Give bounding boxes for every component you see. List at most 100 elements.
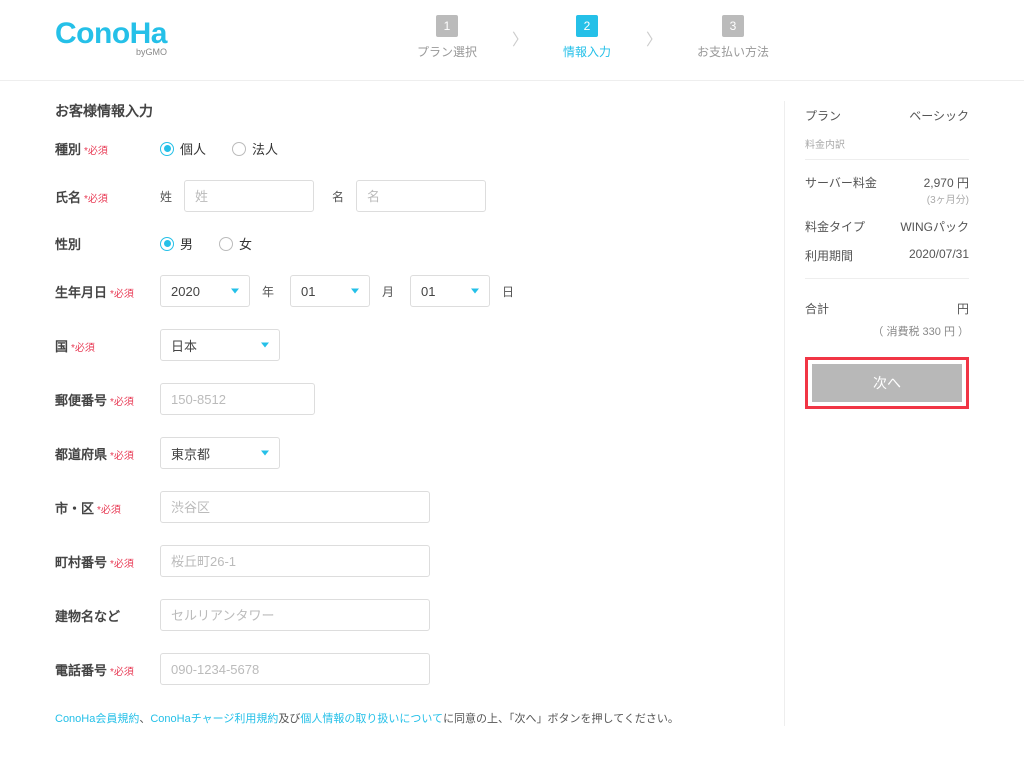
label-postal: 郵便番号*必須 bbox=[55, 390, 160, 409]
radio-icon bbox=[232, 142, 246, 156]
required-mark: *必須 bbox=[84, 194, 108, 205]
unit-year: 年 bbox=[262, 283, 274, 300]
day-select[interactable]: 01 bbox=[410, 275, 490, 307]
next-button[interactable]: 次へ bbox=[812, 364, 962, 402]
radio-male[interactable]: 男 bbox=[160, 234, 193, 253]
radio-icon bbox=[160, 237, 174, 251]
required-mark: *必須 bbox=[110, 667, 134, 678]
label-type: 種別*必須 bbox=[55, 139, 160, 158]
radio-female[interactable]: 女 bbox=[219, 234, 252, 253]
sidebar: プラン ベーシック 料金内訳 サーバー料金 2,970 円 (3ヶ月分) 料金タイ… bbox=[784, 101, 969, 726]
link-privacy[interactable]: 個人情報の取り扱いについて bbox=[300, 713, 443, 725]
side-fee-type: 料金タイプ WINGパック bbox=[805, 212, 969, 241]
side-plan-label: プラン bbox=[805, 107, 841, 124]
side-period: 利用期間 2020/07/31 bbox=[805, 241, 969, 270]
row-type: 種別*必須 個人 法人 bbox=[55, 139, 754, 158]
logo-main: ConoHa bbox=[55, 19, 167, 49]
required-mark: *必須 bbox=[71, 343, 95, 354]
row-postal: 郵便番号*必須 bbox=[55, 383, 754, 415]
logo-sub: byGMO bbox=[136, 47, 167, 57]
link-charge-terms[interactable]: ConoHaチャージ利用規約 bbox=[150, 713, 278, 725]
row-name: 氏名*必須 姓 名 bbox=[55, 180, 754, 212]
label-phone: 電話番号*必須 bbox=[55, 660, 160, 679]
section-title: お客様情報入力 bbox=[55, 101, 754, 121]
step-1: 1 プラン選択 bbox=[417, 15, 477, 60]
side-period-value: 2020/07/31 bbox=[909, 247, 969, 261]
side-fee-type-value: WINGパック bbox=[900, 218, 969, 235]
row-prefecture: 都道府県*必須 東京都 bbox=[55, 437, 754, 469]
prefecture-select[interactable]: 東京都 bbox=[160, 437, 280, 469]
step-label-2: 情報入力 bbox=[563, 43, 611, 60]
header: ConoHa byGMO 1 プラン選択 〉 2 情報入力 〉 3 お支払い方法 bbox=[0, 0, 1024, 81]
city-input[interactable] bbox=[160, 491, 430, 523]
row-phone: 電話番号*必須 bbox=[55, 653, 754, 685]
side-plan: プラン ベーシック bbox=[805, 101, 969, 130]
town-input[interactable] bbox=[160, 545, 430, 577]
required-mark: *必須 bbox=[110, 397, 134, 408]
side-server-fee-note: (3ヶ月分) bbox=[927, 195, 969, 206]
side-server-fee: サーバー料金 2,970 円 (3ヶ月分) bbox=[805, 168, 969, 212]
side-breakdown-label: 料金内訳 bbox=[805, 136, 845, 151]
sublabel-last: 姓 bbox=[160, 188, 172, 205]
side-period-label: 利用期間 bbox=[805, 247, 853, 264]
agreement-text: ConoHa会員規約、ConoHaチャージ利用規約及び個人情報の取り扱いについて… bbox=[55, 710, 754, 726]
step-2: 2 情報入力 bbox=[563, 15, 611, 60]
sublabel-first: 名 bbox=[332, 188, 344, 205]
unit-month: 月 bbox=[382, 283, 394, 300]
firstname-input[interactable] bbox=[356, 180, 486, 212]
step-num-3: 3 bbox=[722, 15, 744, 37]
country-select[interactable]: 日本 bbox=[160, 329, 280, 361]
month-select[interactable]: 01 bbox=[290, 275, 370, 307]
label-birthdate: 生年月日*必須 bbox=[55, 282, 160, 301]
side-server-fee-label: サーバー料金 bbox=[805, 174, 877, 191]
step-label-1: プラン選択 bbox=[417, 43, 477, 60]
year-select[interactable]: 2020 bbox=[160, 275, 250, 307]
label-town: 町村番号*必須 bbox=[55, 552, 160, 571]
logo[interactable]: ConoHa byGMO bbox=[55, 19, 167, 57]
building-input[interactable] bbox=[160, 599, 430, 631]
row-building: 建物名など bbox=[55, 599, 754, 631]
row-city: 市・区*必須 bbox=[55, 491, 754, 523]
radio-corporate[interactable]: 法人 bbox=[232, 139, 278, 158]
row-town: 町村番号*必須 bbox=[55, 545, 754, 577]
label-building: 建物名など bbox=[55, 606, 160, 625]
label-name: 氏名*必須 bbox=[55, 187, 160, 206]
label-prefecture: 都道府県*必須 bbox=[55, 444, 160, 463]
step-num-2: 2 bbox=[576, 15, 598, 37]
step-label-3: お支払い方法 bbox=[697, 43, 769, 60]
postal-input[interactable] bbox=[160, 383, 315, 415]
link-member-terms[interactable]: ConoHa会員規約 bbox=[55, 713, 139, 725]
required-mark: *必須 bbox=[110, 289, 134, 300]
radio-icon bbox=[160, 142, 174, 156]
chevron-right-icon: 〉 bbox=[512, 26, 528, 50]
label-gender: 性別 bbox=[55, 234, 160, 253]
side-plan-value: ベーシック bbox=[909, 107, 969, 124]
required-mark: *必須 bbox=[110, 559, 134, 570]
radio-icon bbox=[219, 237, 233, 251]
required-mark: *必須 bbox=[110, 451, 134, 462]
side-server-fee-value: 2,970 円 bbox=[924, 176, 969, 190]
row-country: 国*必須 日本 bbox=[55, 329, 754, 361]
next-box: 次へ bbox=[805, 357, 969, 409]
step-3: 3 お支払い方法 bbox=[697, 15, 769, 60]
step-num-1: 1 bbox=[436, 15, 458, 37]
main-form: お客様情報入力 種別*必須 個人 法人 氏名*必須 姓 名 性別 男 女 bbox=[55, 101, 784, 726]
side-fee-type-label: 料金タイプ bbox=[805, 218, 865, 235]
container: お客様情報入力 種別*必須 個人 法人 氏名*必須 姓 名 性別 男 女 bbox=[0, 81, 1024, 766]
phone-input[interactable] bbox=[160, 653, 430, 685]
chevron-right-icon: 〉 bbox=[646, 26, 662, 50]
row-gender: 性別 男 女 bbox=[55, 234, 754, 253]
unit-day: 日 bbox=[502, 283, 514, 300]
required-mark: *必須 bbox=[84, 146, 108, 157]
steps: 1 プラン選択 〉 2 情報入力 〉 3 お支払い方法 bbox=[217, 15, 969, 60]
required-mark: *必須 bbox=[97, 505, 121, 516]
side-total-value: 円 bbox=[957, 300, 969, 317]
radio-individual[interactable]: 個人 bbox=[160, 139, 206, 158]
row-birthdate: 生年月日*必須 2020 年 01 月 01 日 bbox=[55, 275, 754, 307]
side-total-label: 合計 bbox=[805, 300, 829, 317]
lastname-input[interactable] bbox=[184, 180, 314, 212]
label-city: 市・区*必須 bbox=[55, 498, 160, 517]
side-total: 合計 円 bbox=[805, 294, 969, 323]
side-tax: （ 消費税 330 円 ） bbox=[805, 323, 969, 339]
label-country: 国*必須 bbox=[55, 336, 160, 355]
